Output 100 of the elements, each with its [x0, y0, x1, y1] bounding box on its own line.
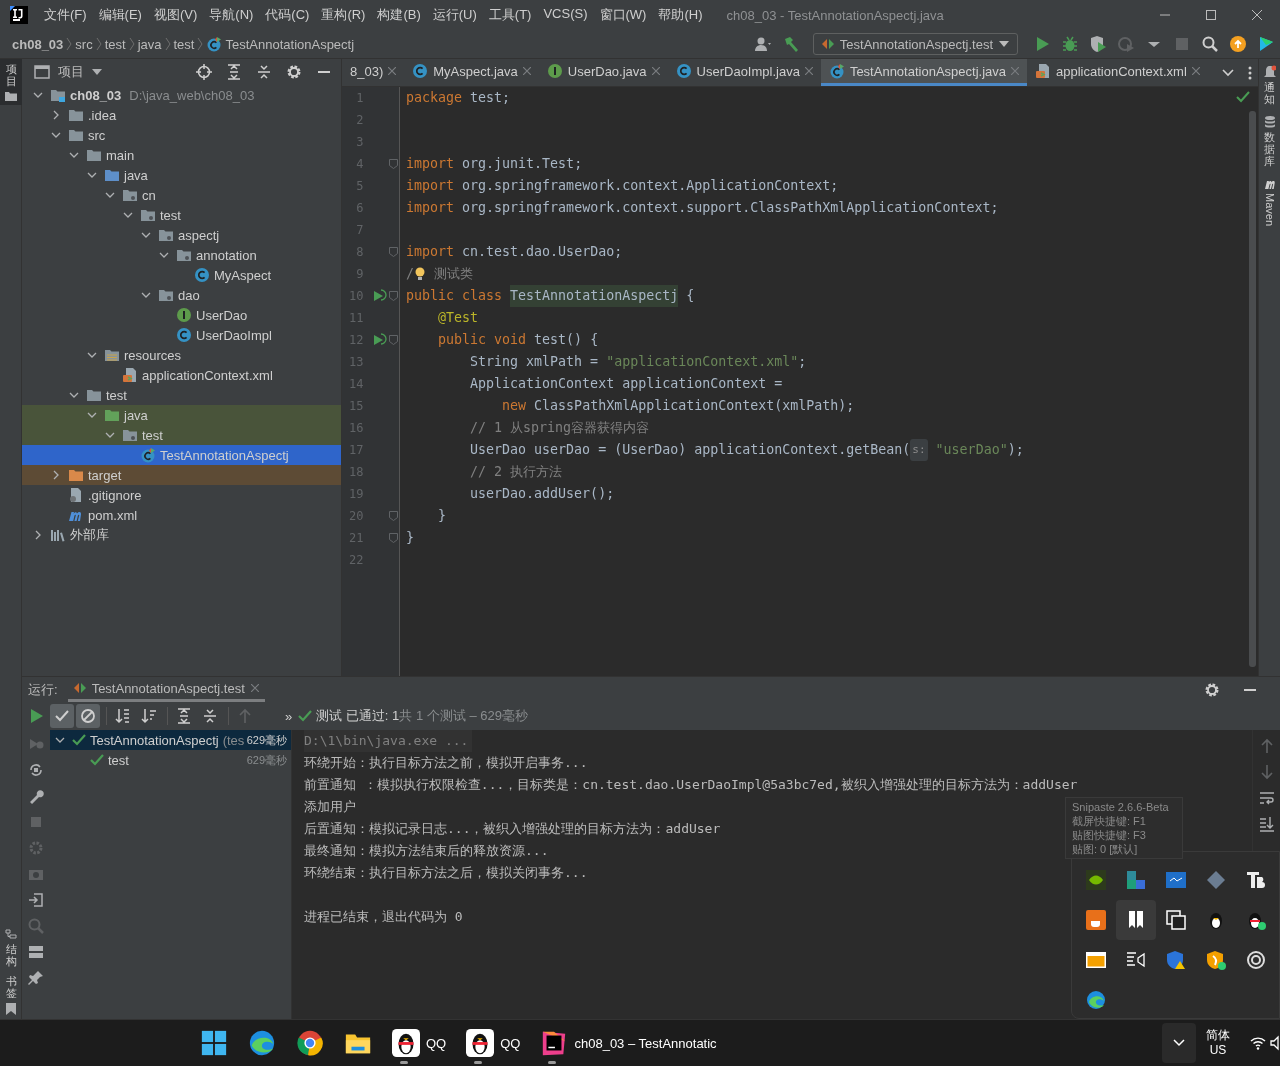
tool-window-tab[interactable]: 数据库	[1263, 115, 1276, 168]
tool-window-tab[interactable]: 结构	[0, 924, 22, 971]
menu-item[interactable]: 工具(T)	[482, 6, 538, 24]
menu-item[interactable]: VCS(S)	[537, 6, 594, 24]
tree-item[interactable]: test	[22, 425, 341, 445]
tree-item[interactable]: src	[22, 125, 341, 145]
tree-item[interactable]: resources	[22, 345, 341, 365]
tree-item[interactable]: pom.xml	[22, 505, 341, 525]
toolbox-icon[interactable]	[1258, 36, 1274, 52]
menu-item[interactable]: 构建(B)	[371, 6, 427, 24]
tree-item[interactable]: test 629毫秒	[50, 750, 291, 770]
wifi-icon[interactable]	[1250, 1035, 1266, 1051]
more-button[interactable]: »	[285, 708, 293, 724]
menu-item[interactable]: 导航(N)	[203, 6, 260, 24]
tree-item[interactable]: test	[22, 385, 341, 405]
tree-item[interactable]: aspectj	[22, 225, 341, 245]
editor-tab[interactable]: MyAspect.java	[404, 59, 539, 86]
taskbar-app[interactable]: QQ	[462, 1022, 525, 1064]
coverage-icon[interactable]	[1090, 36, 1106, 52]
breadcrumb[interactable]: src	[75, 36, 93, 52]
breadcrumb[interactable]: test	[104, 36, 126, 52]
run-icon[interactable]	[28, 708, 44, 724]
editor-tab[interactable]: 8_03)	[342, 59, 405, 86]
lightbulb-icon[interactable]	[414, 267, 426, 281]
run-gutter-icon[interactable]	[373, 333, 388, 347]
close-icon[interactable]	[250, 684, 259, 692]
menu-item[interactable]: 窗口(W)	[593, 6, 653, 24]
tree-item[interactable]: TestAnnotationAspectj (tes 629毫秒	[50, 730, 291, 750]
user-icon[interactable]	[754, 36, 771, 52]
show-hidden-icons-button[interactable]	[1162, 1023, 1196, 1063]
tree-item[interactable]: test	[22, 205, 341, 225]
ignored-filter-button[interactable]	[76, 704, 100, 728]
locate-icon[interactable]	[196, 64, 212, 80]
tree-item[interactable]: UserDaoImpl	[22, 325, 341, 345]
more-icon[interactable]	[1247, 65, 1252, 80]
collapse-all-icon[interactable]	[256, 64, 272, 80]
tree-item[interactable]: 外部库	[22, 525, 341, 545]
close-icon[interactable]	[804, 67, 813, 75]
volume-icon[interactable]	[1270, 1035, 1280, 1051]
taskbar-app[interactable]: QQ	[388, 1022, 451, 1064]
tree-item[interactable]: cn	[22, 185, 341, 205]
menu-item[interactable]: 文件(F)	[38, 6, 93, 24]
panel-title[interactable]: 项目	[58, 63, 84, 81]
tree-item[interactable]: .idea	[22, 105, 341, 125]
editor-tab[interactable]: UserDaoImpl.java	[667, 59, 821, 86]
toggle-autotest-icon[interactable]	[28, 762, 44, 778]
chevron-down-icon[interactable]	[1221, 68, 1234, 77]
breadcrumb[interactable]: java	[137, 36, 162, 52]
tool-window-tab[interactable]: 书签	[0, 970, 22, 1019]
tree-item[interactable]: java	[22, 405, 341, 425]
editor-tab[interactable]: TestAnnotationAspectj.java	[820, 59, 1027, 86]
scroll-to-end-icon[interactable]	[1258, 816, 1275, 832]
hammer-icon[interactable]	[782, 36, 799, 52]
close-icon[interactable]	[651, 67, 660, 75]
expand-all-icon[interactable]	[226, 64, 242, 80]
layout-icon[interactable]	[28, 944, 44, 960]
menu-item[interactable]: 代码(C)	[259, 6, 316, 24]
breadcrumb[interactable]: ch08_03	[12, 36, 64, 52]
breadcrumb[interactable]: TestAnnotationAspectj	[225, 36, 355, 52]
wrench-icon[interactable]	[28, 788, 44, 804]
tree-item[interactable]: java	[22, 165, 341, 185]
menu-item[interactable]: 重构(R)	[315, 6, 372, 24]
menu-item[interactable]: 视图(V)	[147, 6, 204, 24]
run-configuration-selector[interactable]: TestAnnotationAspectj.test	[812, 33, 1018, 55]
close-icon[interactable]	[1191, 67, 1200, 75]
update-icon[interactable]	[1230, 36, 1246, 52]
tree-item[interactable]: TestAnnotationAspectj	[22, 445, 341, 465]
tree-item[interactable]: ch08_03 D:\java_web\ch08_03	[22, 85, 341, 105]
dropdown-caret-icon[interactable]	[92, 69, 102, 75]
run-tab[interactable]: TestAnnotationAspectj.test	[67, 677, 265, 702]
tree-item[interactable]: target	[22, 465, 341, 485]
breadcrumb[interactable]: test	[173, 36, 195, 52]
tree-item[interactable]: applicationContext.xml	[22, 365, 341, 385]
pin-icon[interactable]	[28, 970, 44, 986]
soft-wrap-icon[interactable]	[1258, 790, 1275, 806]
tool-window-tab[interactable]: 项目	[0, 59, 22, 106]
tree-item[interactable]: main	[22, 145, 341, 165]
tool-window-tab[interactable]: Maven	[1263, 177, 1276, 227]
exit-icon[interactable]	[28, 892, 44, 908]
menu-item[interactable]: 帮助(H)	[652, 6, 709, 24]
run-icon[interactable]	[1034, 36, 1050, 52]
tree-item[interactable]: annotation	[22, 245, 341, 265]
input-method-indicator[interactable]: 简体 US	[1206, 1028, 1230, 1058]
tree-item[interactable]: .gitignore	[22, 485, 341, 505]
settings-icon[interactable]	[286, 64, 302, 80]
tree-item[interactable]: UserDao	[22, 305, 341, 325]
editor-tab[interactable]: UserDao.java	[538, 59, 668, 86]
menu-item[interactable]: 运行(U)	[426, 6, 483, 24]
search-icon[interactable]	[1202, 36, 1218, 52]
bug-icon[interactable]	[1062, 36, 1078, 52]
menu-item[interactable]: 编辑(E)	[92, 6, 148, 24]
run-gutter-icon[interactable]	[373, 289, 388, 303]
tool-window-tab[interactable]: 通知	[1263, 65, 1276, 106]
tree-item[interactable]: MyAspect	[22, 265, 341, 285]
settings-icon[interactable]	[1204, 681, 1220, 698]
passed-filter-button[interactable]	[50, 704, 74, 728]
close-icon[interactable]	[388, 67, 397, 75]
close-icon[interactable]	[522, 67, 531, 75]
tree-item[interactable]: dao	[22, 285, 341, 305]
tray-app-button[interactable]	[1116, 900, 1156, 940]
